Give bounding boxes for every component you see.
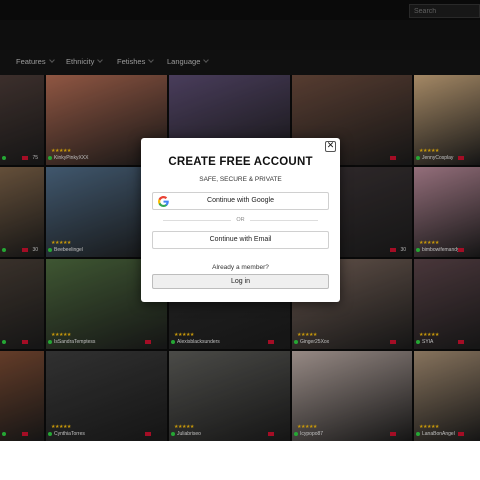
- close-button[interactable]: ✕: [325, 141, 336, 152]
- divider-line: [250, 220, 318, 221]
- email-button-label: Continue with Email: [209, 236, 272, 243]
- continue-with-email-button[interactable]: Continue with Email: [152, 231, 329, 249]
- google-button-label: Continue with Google: [207, 197, 274, 204]
- already-member-text: Already a member?: [212, 264, 269, 271]
- login-button-label: Log in: [230, 278, 251, 285]
- login-button[interactable]: Log in: [152, 274, 329, 289]
- signup-modal: ✕ CREATE FREE ACCOUNT SAFE, SECURE & PRI…: [141, 138, 340, 302]
- or-divider: OR: [163, 217, 318, 225]
- google-icon: [158, 196, 169, 207]
- modal-title: CREATE FREE ACCOUNT: [168, 156, 313, 168]
- continue-with-google-button[interactable]: Continue with Google: [152, 192, 329, 210]
- modal-subtitle: SAFE, SECURE & PRIVATE: [199, 176, 282, 183]
- close-icon: ✕: [326, 141, 335, 151]
